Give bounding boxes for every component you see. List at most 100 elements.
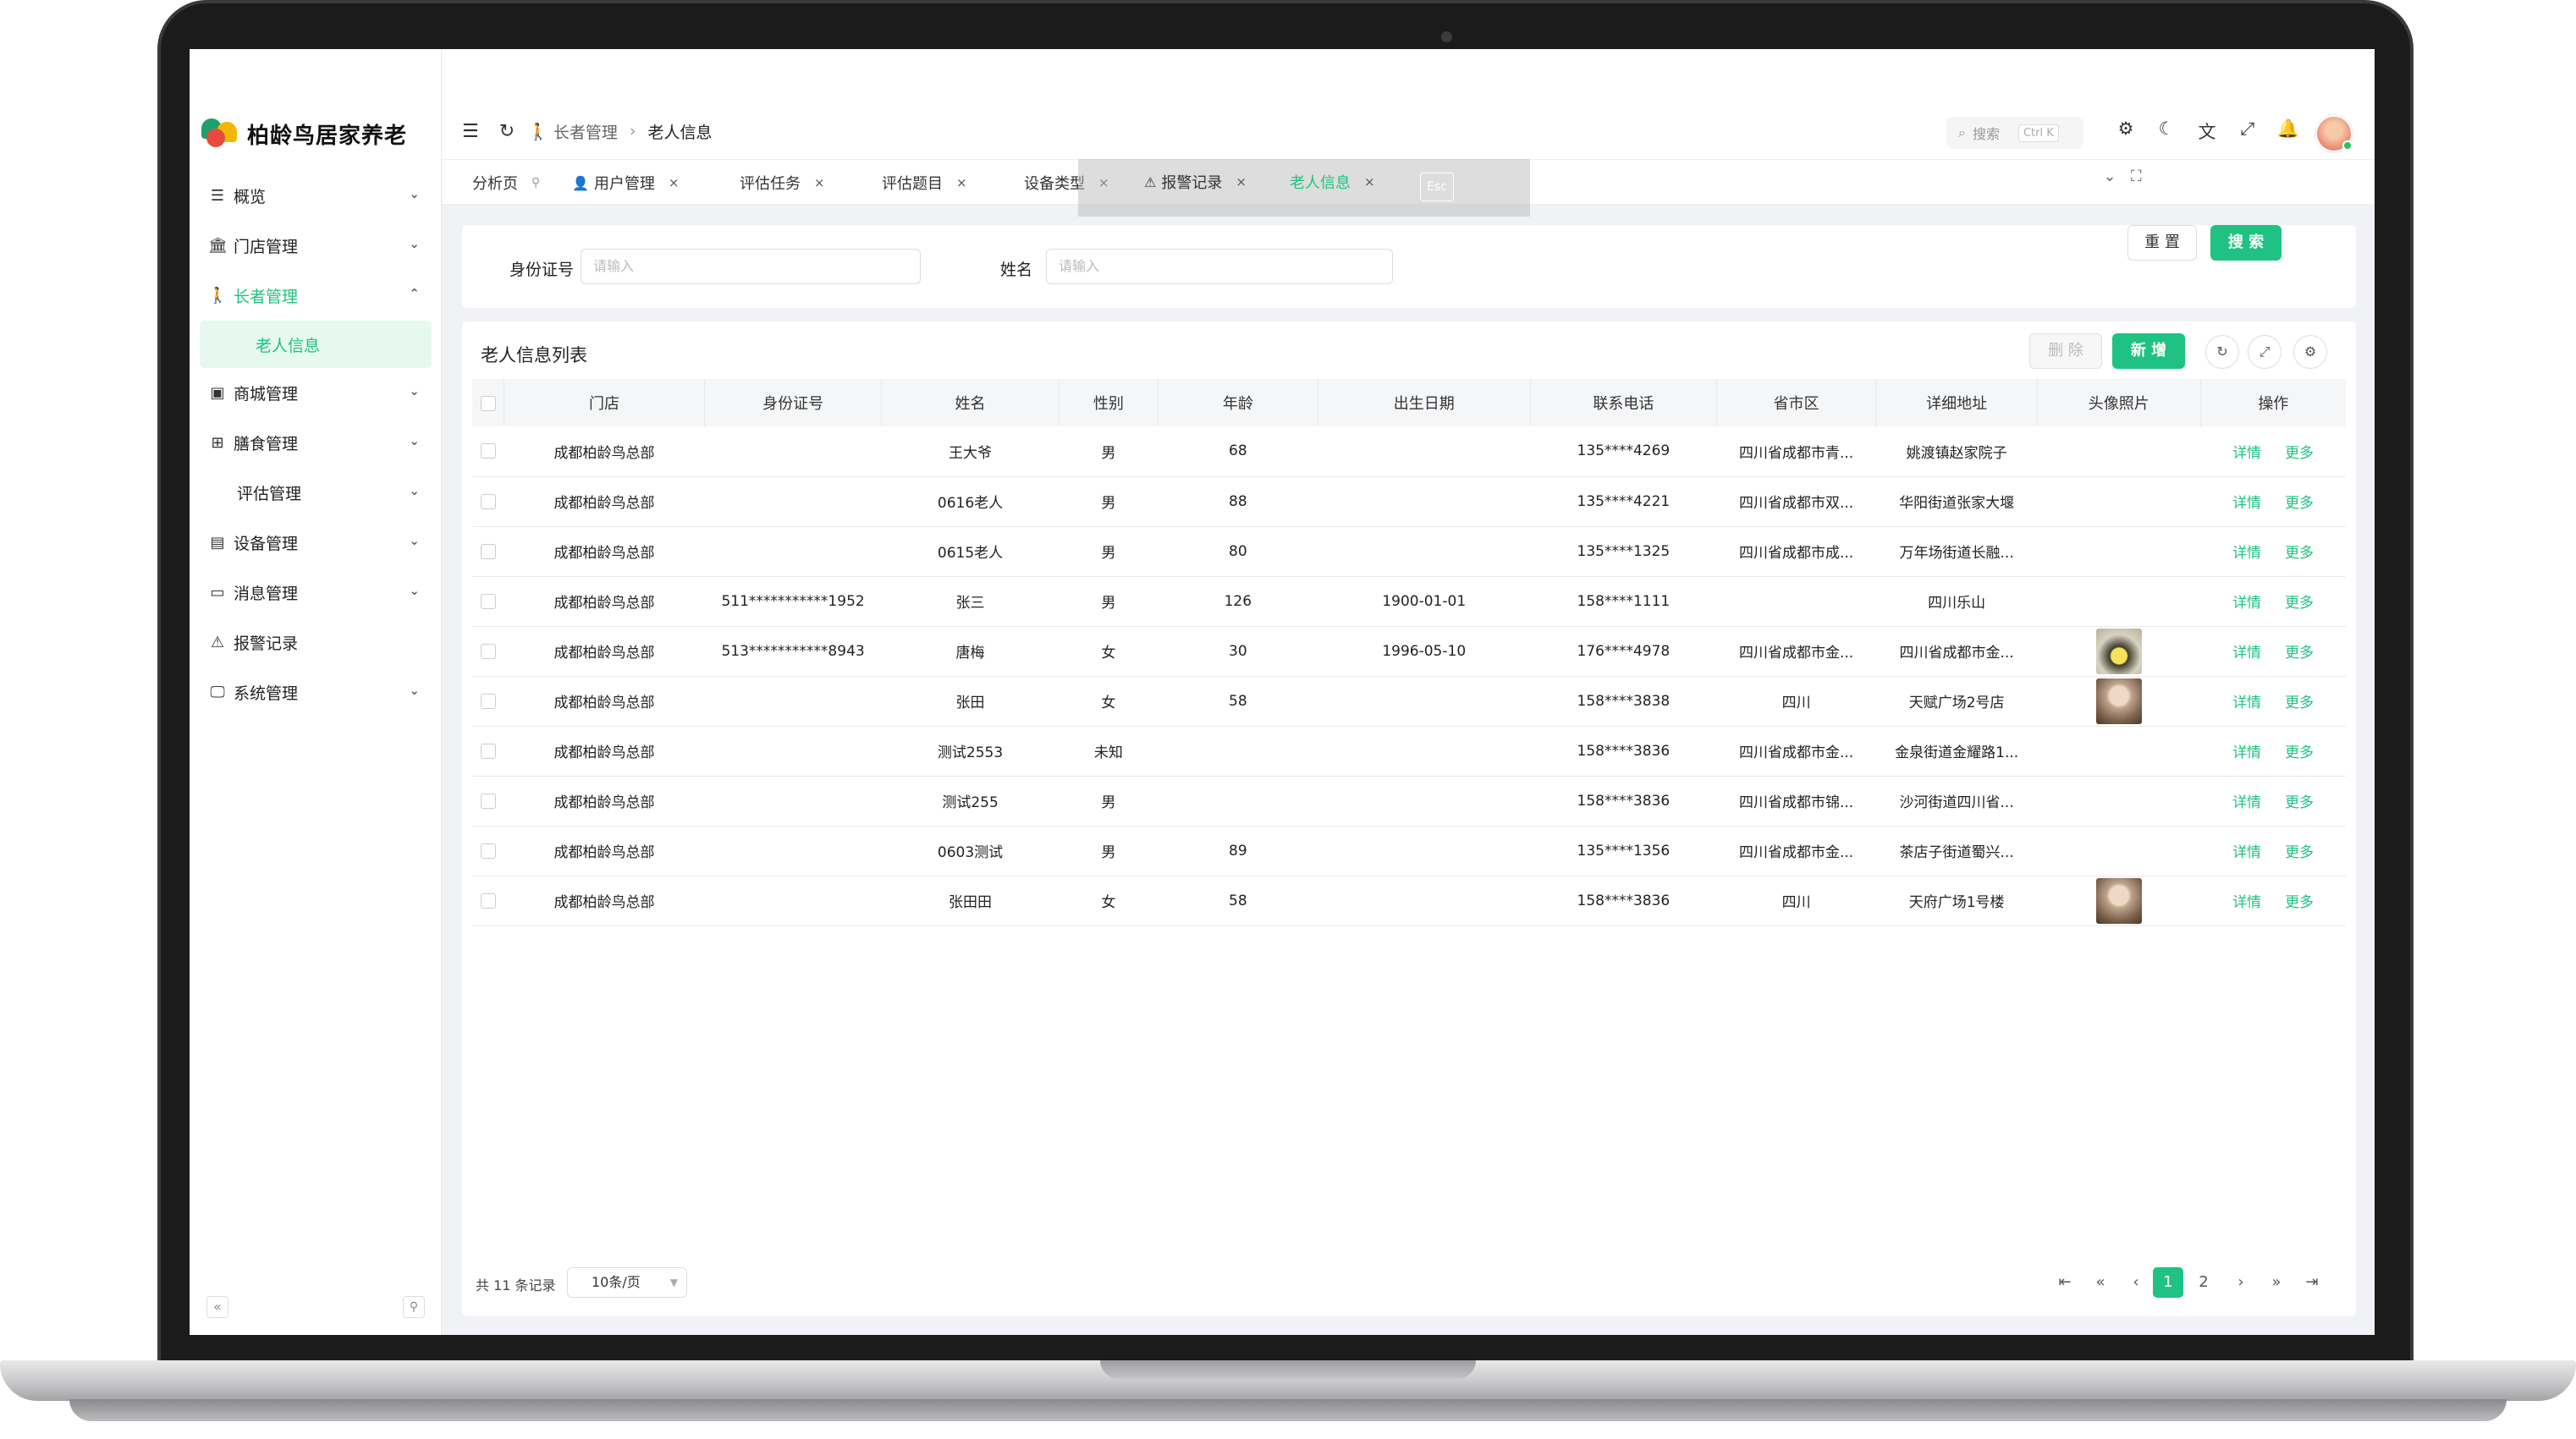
user-avatar[interactable]: [2315, 115, 2353, 152]
more-link[interactable]: 更多: [2285, 595, 2314, 612]
more-link[interactable]: 更多: [2285, 844, 2314, 861]
more-link[interactable]: 更多: [2285, 744, 2314, 761]
prev-page-icon[interactable]: ‹: [2121, 1267, 2151, 1298]
tab-elderly-info[interactable]: 老人信息 ×: [1290, 159, 1375, 205]
tab-assessment-questions[interactable]: 评估题目 ×: [882, 160, 967, 206]
more-link[interactable]: 更多: [2285, 695, 2314, 711]
column-header[interactable]: 身份证号: [704, 379, 883, 426]
tab-assessment-tasks[interactable]: 评估任务 ×: [740, 160, 825, 206]
bell-icon[interactable]: 🔔: [2268, 118, 2309, 144]
page-2[interactable]: 2: [2188, 1267, 2219, 1298]
tab-users[interactable]: 👤 用户管理 ×: [572, 160, 680, 206]
detail-link[interactable]: 详情: [2232, 545, 2261, 562]
column-header[interactable]: 头像照片: [2037, 379, 2201, 426]
sidebar-item-assessment[interactable]: 评估管理 ⌄: [190, 468, 442, 518]
next-page-icon[interactable]: ›: [2226, 1267, 2256, 1298]
detail-link[interactable]: 详情: [2232, 844, 2261, 861]
page-size-select[interactable]: 10条/页 ▼: [567, 1267, 687, 1298]
column-header[interactable]: 省市区: [1716, 379, 1877, 426]
row-checkbox[interactable]: [480, 693, 496, 709]
tab-alarm-records[interactable]: ⚠ 报警记录 ×: [1144, 159, 1247, 205]
pin-icon[interactable]: ⚲: [403, 1296, 425, 1318]
column-header[interactable]: 姓名: [881, 379, 1060, 426]
gear-icon[interactable]: ⚙: [2105, 118, 2146, 144]
add-button[interactable]: 新 增: [2112, 333, 2185, 369]
column-header[interactable]: 详细地址: [1875, 379, 2038, 426]
sidebar-item-messages[interactable]: ▭ 消息管理 ⌄: [190, 568, 442, 618]
avatar-photo[interactable]: [2095, 628, 2142, 674]
app-logo[interactable]: 柏龄鸟居家养老: [201, 115, 407, 152]
select-all-checkbox[interactable]: [472, 379, 505, 426]
close-icon[interactable]: ×: [956, 175, 967, 190]
close-icon[interactable]: ×: [814, 175, 825, 190]
column-header[interactable]: 联系电话: [1530, 379, 1717, 426]
id-number-input[interactable]: 请输入: [581, 249, 921, 284]
column-header[interactable]: 性别: [1059, 379, 1159, 426]
row-checkbox[interactable]: [480, 893, 496, 909]
sidebar-item-devices[interactable]: ▤ 设备管理 ⌄: [190, 518, 442, 568]
avatar-photo[interactable]: [2095, 678, 2142, 724]
next-group-icon[interactable]: »: [2261, 1267, 2292, 1298]
row-checkbox[interactable]: [480, 543, 496, 559]
more-link[interactable]: 更多: [2285, 545, 2314, 562]
detail-link[interactable]: 详情: [2232, 595, 2261, 612]
close-icon[interactable]: ×: [669, 175, 680, 190]
reset-button[interactable]: 重 置: [2127, 225, 2197, 261]
sidebar-item-alarms[interactable]: ⚠ 报警记录: [190, 618, 442, 667]
breadcrumb-item[interactable]: 长者管理: [553, 120, 618, 143]
detail-link[interactable]: 详情: [2232, 744, 2261, 761]
sidebar-item-stores[interactable]: 🏛 门店管理 ⌄: [190, 221, 442, 271]
detail-link[interactable]: 详情: [2232, 495, 2261, 512]
name-input[interactable]: 请输入: [1046, 249, 1393, 284]
detail-link[interactable]: 详情: [2232, 794, 2261, 811]
more-link[interactable]: 更多: [2285, 445, 2314, 462]
sidebar-item-elderly-info[interactable]: 老人信息: [200, 321, 432, 368]
sidebar-item-overview[interactable]: ☰ 概览 ⌄: [190, 171, 442, 221]
column-header[interactable]: 门店: [504, 379, 705, 426]
row-checkbox[interactable]: [480, 843, 496, 859]
detail-link[interactable]: 详情: [2232, 445, 2261, 462]
prev-group-icon[interactable]: «: [2085, 1267, 2116, 1298]
more-link[interactable]: 更多: [2285, 894, 2314, 911]
detail-link[interactable]: 详情: [2232, 894, 2261, 911]
first-page-icon[interactable]: ⇤: [2050, 1267, 2080, 1298]
collapse-sidebar-icon[interactable]: «: [206, 1296, 228, 1318]
sidebar-item-system[interactable]: 🖵 系统管理 ⌄: [190, 667, 442, 717]
delete-button[interactable]: 删 除: [2029, 333, 2102, 369]
chevron-down-icon[interactable]: ⌄: [2097, 168, 2122, 185]
sidebar-item-elderly[interactable]: 🚶 长者管理 ⌃: [190, 271, 442, 321]
detail-link[interactable]: 详情: [2232, 695, 2261, 711]
last-page-icon[interactable]: ⇥: [2297, 1267, 2327, 1298]
row-checkbox[interactable]: [480, 493, 496, 509]
refresh-icon[interactable]: ↻: [2205, 335, 2239, 369]
column-header[interactable]: 年龄: [1158, 379, 1318, 426]
avatar-photo[interactable]: [2095, 877, 2142, 924]
page-1[interactable]: 1: [2153, 1267, 2183, 1298]
menu-toggle-icon[interactable]: ☰: [462, 121, 479, 142]
more-link[interactable]: 更多: [2285, 794, 2314, 811]
pin-icon[interactable]: ⚲: [531, 176, 540, 189]
close-icon[interactable]: ×: [1364, 174, 1375, 189]
fullscreen-icon[interactable]: ⤢: [2227, 118, 2268, 144]
search-button[interactable]: 搜 索: [2210, 225, 2282, 261]
fullscreen-icon[interactable]: ⤢: [2248, 335, 2282, 369]
refresh-icon[interactable]: ↻: [499, 121, 515, 142]
row-checkbox[interactable]: [480, 593, 496, 609]
translate-icon[interactable]: 文: [2187, 118, 2227, 144]
more-link[interactable]: 更多: [2285, 495, 2314, 512]
column-header[interactable]: 操作: [2200, 379, 2346, 426]
sidebar-item-mall[interactable]: ▣ 商城管理 ⌄: [190, 368, 442, 418]
more-link[interactable]: 更多: [2285, 645, 2314, 662]
column-header[interactable]: 出生日期: [1318, 379, 1531, 426]
close-icon[interactable]: ×: [1236, 174, 1247, 189]
sidebar-item-meals[interactable]: ⊞ 膳食管理 ⌄: [190, 418, 442, 468]
gear-icon[interactable]: ⚙: [2293, 335, 2327, 369]
tab-analysis[interactable]: 分析页 ⚲: [472, 160, 540, 206]
moon-icon[interactable]: ☾: [2146, 118, 2187, 144]
row-checkbox[interactable]: [480, 443, 496, 459]
row-checkbox[interactable]: [480, 743, 496, 759]
detail-link[interactable]: 详情: [2232, 645, 2261, 662]
search-box[interactable]: ⌕ 搜索 Ctrl K: [1946, 117, 2083, 149]
row-checkbox[interactable]: [480, 643, 496, 659]
maximize-icon[interactable]: ⛶: [2131, 168, 2142, 185]
